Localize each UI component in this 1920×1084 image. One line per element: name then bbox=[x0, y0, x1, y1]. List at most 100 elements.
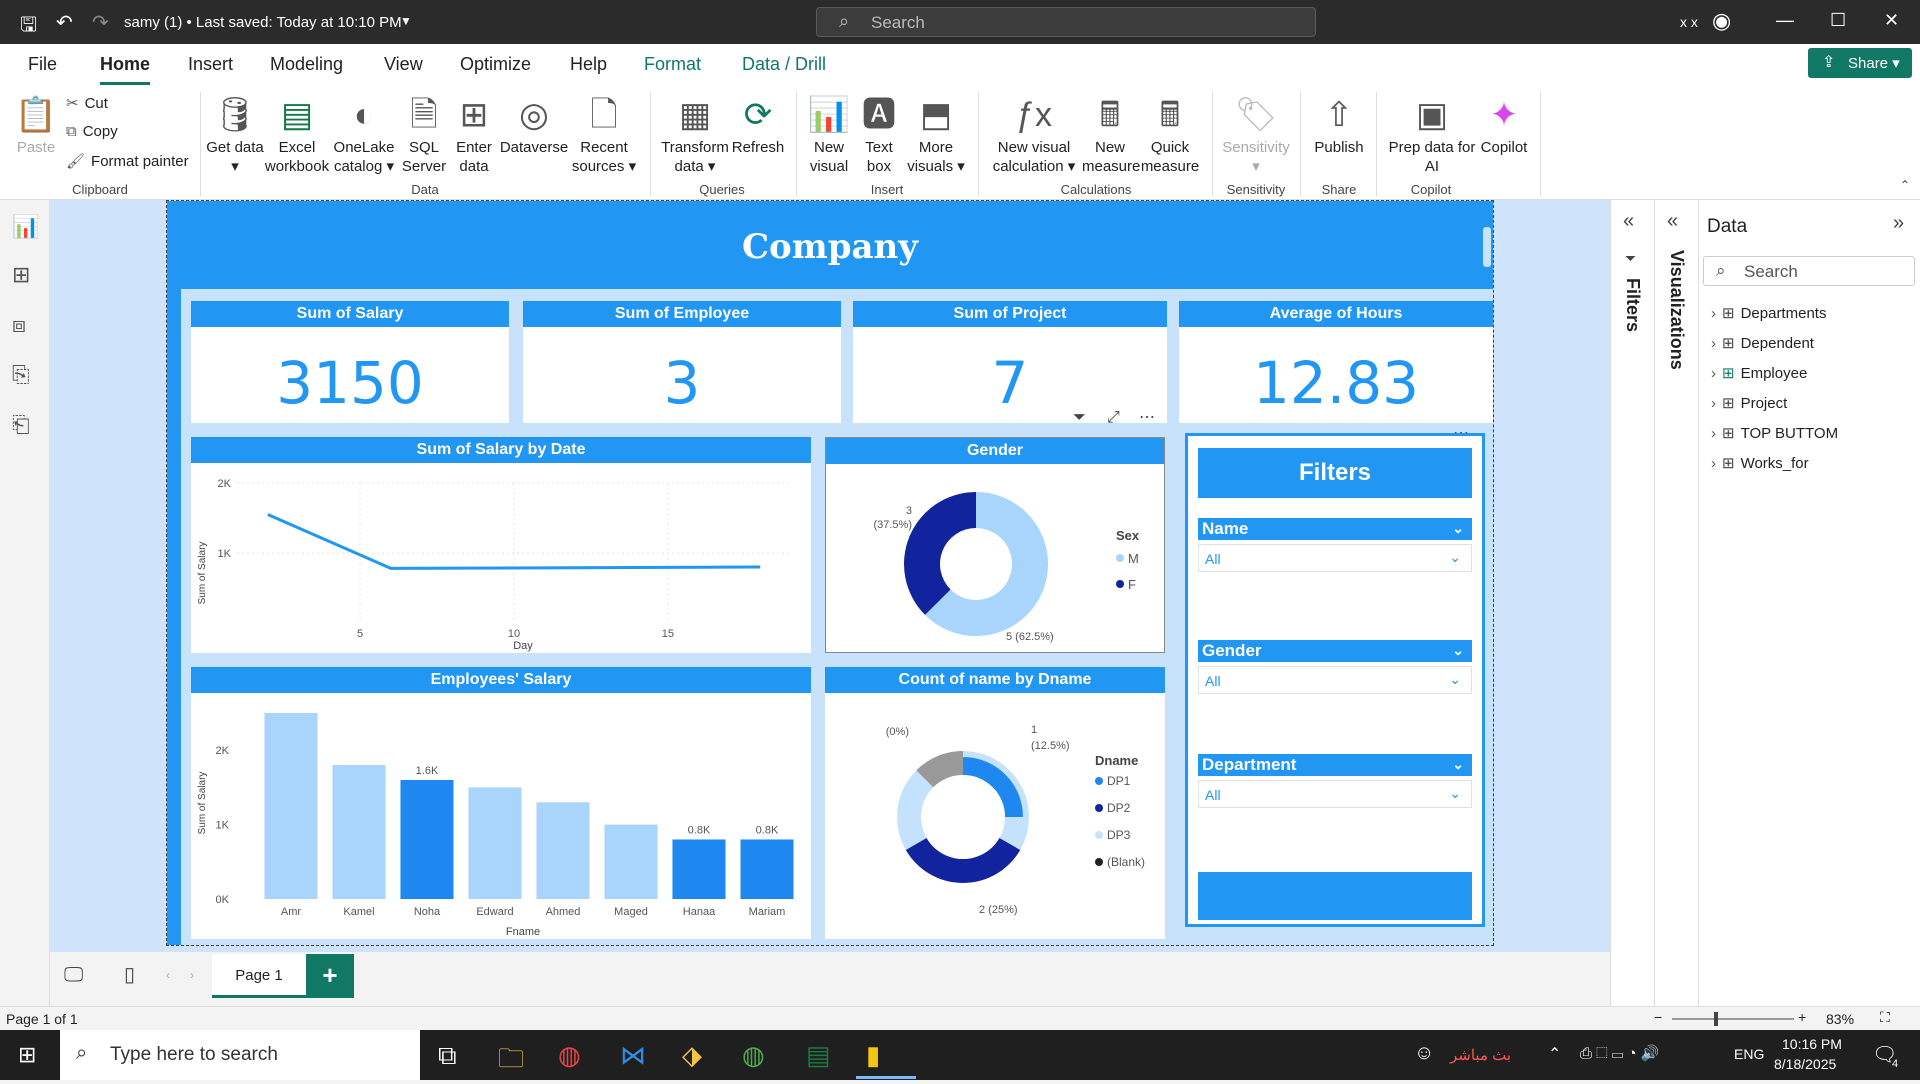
prev-page-icon[interactable]: ‹ bbox=[166, 968, 170, 982]
table-item-top-buttom[interactable]: › ⊞ TOP BUTTOM bbox=[1711, 424, 1838, 442]
vscode-icon[interactable]: ⋈ bbox=[620, 1040, 646, 1071]
filters-pane-label[interactable]: Filters bbox=[1622, 278, 1643, 332]
transform-data-button[interactable]: ▦ Transform data ▾ bbox=[660, 92, 730, 176]
page-tab[interactable]: Page 1 bbox=[212, 954, 306, 998]
tab-insert[interactable]: Insert bbox=[188, 54, 233, 75]
chevron-down-icon[interactable]: ▼ bbox=[400, 14, 412, 28]
file-explorer-icon[interactable]: 🗀 bbox=[498, 1040, 524, 1084]
add-page-button[interactable]: + bbox=[306, 954, 354, 998]
onelake-catalog-button[interactable]: ◐ OneLake catalog ▾ bbox=[332, 92, 396, 176]
line-chart-visual[interactable]: Sum of Salary by Date 1K 2K 5 10 15 Sum of … bbox=[191, 437, 811, 653]
dname-donut-visual[interactable]: Count of name by Dname (0%) 1 (12.5%) 2 … bbox=[825, 667, 1165, 939]
slicer-label[interactable]: Gender ⌄ bbox=[1198, 640, 1472, 662]
table-item-works-for[interactable]: › ⊞ Works_for bbox=[1711, 454, 1809, 472]
table-item-dependent[interactable]: › ⊞ Dependent bbox=[1711, 334, 1814, 352]
chevron-down-icon[interactable]: ⌄ bbox=[1452, 753, 1464, 775]
excel-app-icon[interactable]: ▤ bbox=[806, 1040, 831, 1071]
get-data-button[interactable]: 🛢 Get data ▾ bbox=[206, 92, 264, 176]
zoom-out-icon[interactable]: − bbox=[1654, 1009, 1662, 1025]
clock-date[interactable]: 8/18/2025 bbox=[1774, 1056, 1836, 1072]
refresh-button[interactable]: ⟳ Refresh bbox=[730, 92, 786, 157]
new-measure-button[interactable]: 🖩 New measure bbox=[1082, 92, 1140, 176]
quick-measure-button[interactable]: 🖩 Quick measure bbox=[1138, 92, 1202, 176]
gender-dropdown[interactable]: All ⌄ bbox=[1198, 666, 1472, 694]
fit-page-icon[interactable]: ⛶ bbox=[1880, 1009, 1890, 1026]
chrome-profile-icon[interactable]: ◍ bbox=[742, 1040, 765, 1071]
kpi-card-hours[interactable]: Average of Hours 12.83 bbox=[1179, 301, 1493, 423]
double-chevron-right-icon[interactable]: » bbox=[1893, 212, 1904, 235]
sql-server-button[interactable]: 🗎 SQL Server bbox=[398, 92, 450, 176]
search-box[interactable]: ⌕ Search bbox=[816, 7, 1316, 37]
visualizations-pane[interactable]: « Visualizations bbox=[1654, 200, 1698, 1006]
paste-button[interactable]: 📋 Paste bbox=[14, 92, 58, 157]
live-icon[interactable]: ☺ bbox=[1414, 1042, 1434, 1065]
tmdl-view-icon[interactable]: ⎗ bbox=[12, 412, 30, 438]
tray-icons[interactable]: ⎙ ⬚ ▭ ◔ 🔊 bbox=[1580, 1044, 1659, 1062]
slicer-label[interactable]: Department ⌄ bbox=[1198, 754, 1472, 776]
tab-home[interactable]: Home bbox=[100, 54, 151, 85]
collapse-ribbon-icon[interactable]: ⌃ bbox=[1900, 178, 1910, 192]
focus-mode-icon[interactable]: ⤢ bbox=[1107, 409, 1120, 427]
undo-icon[interactable]: ↶ bbox=[56, 10, 73, 35]
zoom-slider[interactable] bbox=[1672, 1018, 1794, 1020]
language-indicator[interactable]: ENG bbox=[1734, 1046, 1764, 1062]
prep-data-ai-button[interactable]: ▣ Prep data for AI bbox=[1384, 92, 1480, 176]
dataverse-button[interactable]: ◎ Dataverse bbox=[498, 92, 570, 157]
close-icon[interactable]: ✕ bbox=[1884, 10, 1899, 31]
gender-donut-visual[interactable]: Gender 3 (37.5%) 5 (62.5%) Sex M F bbox=[825, 437, 1165, 653]
model-view-icon[interactable]: ⧈ bbox=[12, 312, 26, 338]
mobile-layout-icon[interactable]: ▯ bbox=[124, 962, 135, 987]
tab-view[interactable]: View bbox=[384, 54, 423, 75]
copy-button[interactable]: ⧉ Copy bbox=[66, 123, 118, 140]
bar-chart-visual[interactable]: Employees' Salary 0K 1K 2K Amr Kamel Noha 1.6… bbox=[191, 667, 811, 939]
visualizations-pane-label[interactable]: Visualizations bbox=[1666, 250, 1687, 370]
tab-data-drill[interactable]: Data / Drill bbox=[742, 54, 826, 75]
dax-query-icon[interactable]: ⎘ bbox=[12, 362, 30, 388]
copilot-button[interactable]: ✦ Copilot bbox=[1474, 92, 1534, 157]
tab-modeling[interactable]: Modeling bbox=[270, 54, 343, 75]
redo-icon[interactable]: ↷ bbox=[92, 10, 109, 35]
report-view-icon[interactable]: 📊 bbox=[12, 214, 39, 240]
kpi-card-employee[interactable]: Sum of Employee 3 bbox=[523, 301, 841, 423]
new-visual-calculation-button[interactable]: ƒx New visual calculation ▾ bbox=[986, 92, 1082, 176]
publish-button[interactable]: ⇧ Publish bbox=[1308, 92, 1370, 157]
chevron-up-icon[interactable]: ⌃ bbox=[1548, 1044, 1561, 1064]
double-chevron-left-icon[interactable]: « bbox=[1623, 210, 1634, 233]
scrollbar[interactable] bbox=[1483, 227, 1491, 267]
minimize-icon[interactable]: — bbox=[1776, 10, 1794, 31]
new-visual-button[interactable]: 📊 New visual bbox=[804, 92, 854, 176]
maximize-icon[interactable]: ☐ bbox=[1830, 10, 1846, 31]
filter-icon[interactable]: ⏷ bbox=[1073, 409, 1086, 427]
text-box-button[interactable]: 🅰 Text box bbox=[856, 92, 902, 176]
table-item-employee[interactable]: › ⊞ Employee bbox=[1711, 364, 1807, 382]
table-item-project[interactable]: › ⊞ Project bbox=[1711, 394, 1787, 412]
chevron-down-icon[interactable]: ⌄ bbox=[1452, 639, 1464, 661]
next-page-icon[interactable]: › bbox=[190, 968, 194, 982]
share-button[interactable]: ⇪ Share ▾ bbox=[1808, 48, 1912, 78]
cut-button[interactable]: ✂ Cut bbox=[66, 94, 108, 112]
filters-pane[interactable]: « ⏷ Filters bbox=[1610, 200, 1654, 1006]
windows-start-icon[interactable]: ⊞ bbox=[18, 1042, 36, 1068]
taskbar-search[interactable]: ⌕ Type here to search bbox=[60, 1030, 420, 1080]
name-dropdown[interactable]: All ⌄ bbox=[1198, 544, 1472, 572]
table-item-departments[interactable]: › ⊞ Departments bbox=[1711, 304, 1826, 322]
data-search-input[interactable]: ⌕ Search bbox=[1703, 256, 1915, 286]
slicer-label[interactable]: Name ⌄ bbox=[1198, 518, 1472, 540]
recent-sources-button[interactable]: 🗋 Recent sources ▾ bbox=[568, 92, 640, 176]
account-icon[interactable]: ◉ bbox=[1712, 8, 1731, 34]
kpi-card-project[interactable]: Sum of Project 7 bbox=[853, 301, 1167, 423]
clock-time[interactable]: 10:16 PM bbox=[1782, 1036, 1842, 1052]
document-title[interactable]: samy (1) • Last saved: Today at 10:10 PM bbox=[124, 14, 402, 31]
desktop-layout-icon[interactable]: 🖵 bbox=[64, 964, 83, 987]
tab-optimize[interactable]: Optimize bbox=[460, 54, 531, 75]
zoom-in-icon[interactable]: + bbox=[1798, 1009, 1806, 1025]
app-icon[interactable]: ⬗ bbox=[682, 1040, 702, 1071]
excel-workbook-button[interactable]: ▤ Excel workbook bbox=[262, 92, 332, 176]
table-view-icon[interactable]: ⊞ bbox=[12, 262, 30, 288]
double-chevron-left-icon[interactable]: « bbox=[1667, 210, 1678, 233]
chevron-down-icon[interactable]: ⌄ bbox=[1452, 517, 1464, 539]
more-visuals-button[interactable]: ⬒ More visuals ▾ bbox=[904, 92, 968, 176]
enter-data-button[interactable]: ⊞ Enter data bbox=[450, 92, 498, 176]
save-icon[interactable]: 🖫 bbox=[20, 10, 37, 44]
tab-help[interactable]: Help bbox=[570, 54, 607, 75]
